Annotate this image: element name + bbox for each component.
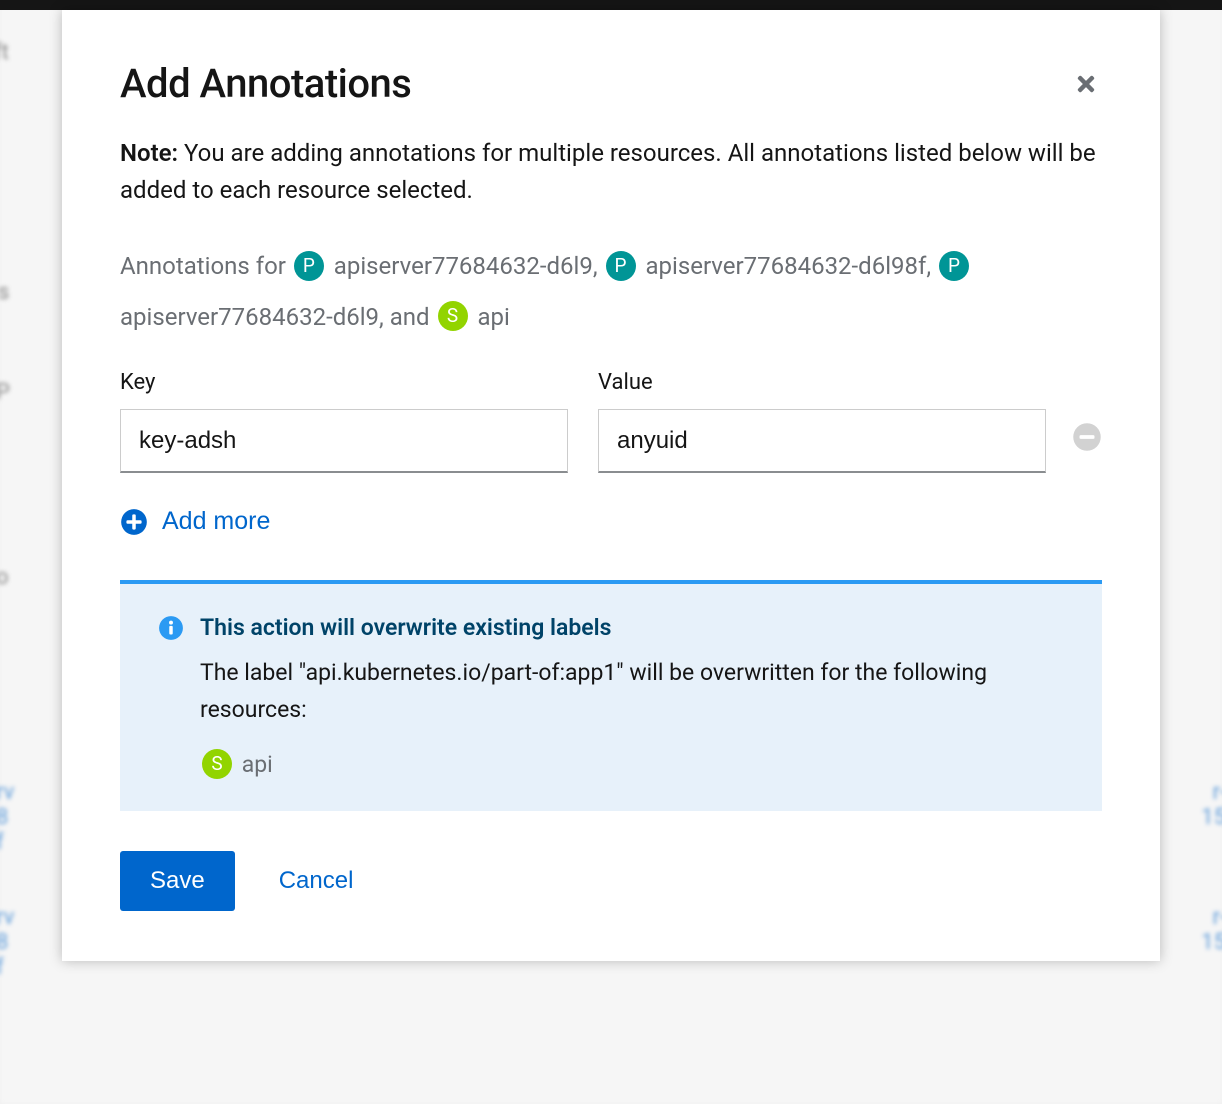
remove-row-button[interactable]	[1072, 422, 1102, 455]
resource-name: api	[477, 303, 509, 331]
key-input[interactable]	[120, 409, 568, 473]
close-icon	[1074, 72, 1098, 96]
value-input[interactable]	[598, 409, 1046, 473]
modal-footer: Save Cancel	[120, 851, 1102, 911]
key-label: Key	[120, 370, 568, 395]
alert-title: This action will overwrite existing labe…	[200, 614, 611, 641]
add-more-button[interactable]: Add more	[120, 503, 270, 540]
plus-circle-icon	[120, 508, 148, 536]
pod-badge-icon: P	[939, 251, 969, 281]
annotations-for-label: Annotations for	[120, 252, 286, 280]
alert-body: The label "api.kubernetes.io/part-of:app…	[200, 655, 1072, 729]
alert-resource-name: api	[242, 751, 273, 778]
add-annotations-modal: Add Annotations Note: You are adding ann…	[62, 10, 1160, 961]
note-text: Note: You are adding annotations for mul…	[120, 135, 1102, 209]
value-group: Value	[598, 370, 1046, 473]
info-circle-icon	[158, 615, 184, 641]
minus-circle-icon	[1072, 422, 1102, 452]
annotation-row: Key Value	[120, 370, 1102, 473]
add-more-label: Add more	[162, 507, 270, 536]
alert-resources: S api	[200, 751, 1072, 781]
alert-header: This action will overwrite existing labe…	[158, 614, 1072, 641]
resource-name: apiserver77684632-d6l98f	[645, 252, 926, 280]
resource-name: apiserver77684632-d6l9	[120, 303, 379, 331]
note-prefix: Note:	[120, 139, 178, 167]
service-badge-icon: S	[438, 301, 468, 331]
key-group: Key	[120, 370, 568, 473]
resource-name: apiserver77684632-d6l9	[334, 252, 593, 280]
cancel-button[interactable]: Cancel	[279, 867, 354, 895]
close-button[interactable]	[1070, 68, 1102, 106]
modal-backdrop: Add Annotations Note: You are adding ann…	[0, 0, 1222, 1104]
note-body: You are adding annotations for multiple …	[120, 139, 1096, 204]
modal-title: Add Annotations	[120, 60, 411, 107]
save-button[interactable]: Save	[120, 851, 235, 911]
overwrite-alert: This action will overwrite existing labe…	[120, 580, 1102, 811]
modal-header: Add Annotations	[120, 60, 1102, 107]
service-badge-icon: S	[202, 749, 232, 779]
annotations-for: Annotations for P apiserver77684632-d6l9…	[120, 241, 1102, 342]
pod-badge-icon: P	[294, 251, 324, 281]
value-label: Value	[598, 370, 1046, 395]
pod-badge-icon: P	[606, 251, 636, 281]
